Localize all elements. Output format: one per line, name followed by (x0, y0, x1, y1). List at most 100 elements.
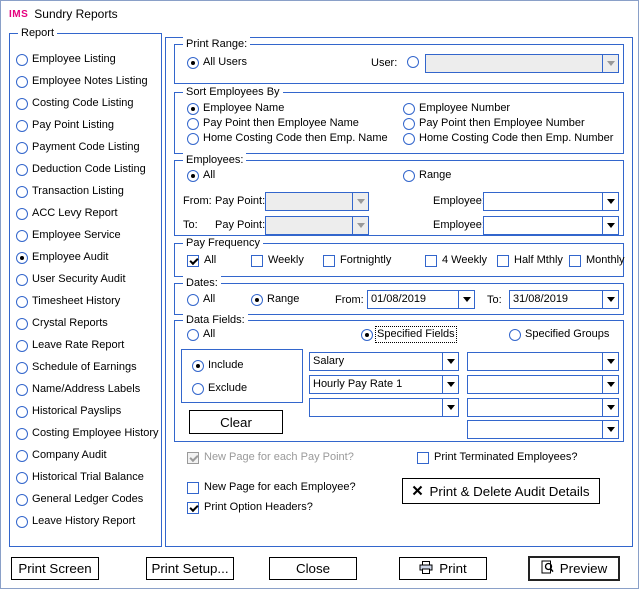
report-option-company-audit[interactable]: Company Audit (16, 449, 107, 462)
clear-button[interactable]: Clear (189, 410, 283, 434)
sort-costing-number-radio[interactable]: Home Costing Code then Emp. Number (403, 132, 613, 145)
dropdown-button[interactable] (442, 353, 458, 370)
fields-all-label: All (203, 328, 215, 341)
report-option-acc-levy-report[interactable]: ACC Levy Report (16, 207, 118, 220)
new-page-pay-point-checkbox[interactable]: New Page for each Pay Point? (187, 451, 354, 464)
dropdown-button[interactable] (602, 353, 618, 370)
field-combo-2[interactable]: Hourly Pay Rate 1 (309, 375, 459, 394)
report-option-payment-code-listing[interactable]: Payment Code Listing (16, 141, 140, 154)
report-option-timesheet-history[interactable]: Timesheet History (16, 295, 120, 308)
dropdown-button[interactable] (602, 421, 618, 438)
report-option-leave-history-report[interactable]: Leave History Report (16, 515, 135, 528)
dropdown-button[interactable] (602, 217, 618, 234)
exclude-radio[interactable]: Exclude (192, 382, 247, 395)
sort-paypoint-name-radio[interactable]: Pay Point then Employee Name (187, 117, 359, 130)
new-page-employee-checkbox[interactable]: New Page for each Employee? (187, 481, 356, 494)
checkbox-icon (425, 255, 437, 267)
dropdown-button[interactable] (352, 193, 368, 210)
report-option-historical-payslips[interactable]: Historical Payslips (16, 405, 121, 418)
report-option-crystal-reports[interactable]: Crystal Reports (16, 317, 108, 330)
all-users-radio[interactable]: All Users (187, 56, 247, 69)
field-combo-4[interactable] (467, 352, 619, 371)
freq-monthly-checkbox[interactable]: Monthly (569, 254, 625, 267)
user-combo[interactable] (425, 54, 619, 73)
chevron-down-icon (607, 223, 615, 228)
print-screen-button[interactable]: Print Screen (11, 557, 99, 580)
dates-all-radio[interactable]: All (187, 293, 215, 306)
print-delete-audit-button[interactable]: Print & Delete Audit Details (402, 478, 600, 504)
field-combo-5[interactable] (467, 375, 619, 394)
print-terminated-checkbox[interactable]: Print Terminated Employees? (417, 451, 577, 464)
from-pay-point-combo[interactable] (265, 192, 369, 211)
report-option-employee-service[interactable]: Employee Service (16, 229, 121, 242)
date-from-combo[interactable]: 01/08/2019 (367, 290, 475, 309)
dropdown-button[interactable] (602, 55, 618, 72)
freq-option-label: Weekly (268, 254, 304, 267)
dropdown-button[interactable] (458, 291, 474, 308)
radio-icon (192, 360, 204, 372)
print-setup-button[interactable]: Print Setup... (146, 557, 234, 580)
field-combo-3[interactable] (309, 398, 459, 417)
field-combo-6[interactable] (467, 398, 619, 417)
field-combo-1[interactable]: Salary (309, 352, 459, 371)
print-option-headers-checkbox[interactable]: Print Option Headers? (187, 501, 313, 514)
dropdown-button[interactable] (602, 376, 618, 393)
to-pay-point-combo[interactable] (265, 216, 369, 235)
dropdown-button[interactable] (352, 217, 368, 234)
sort-employee-name-radio[interactable]: Employee Name (187, 102, 284, 115)
field-combo-7[interactable] (467, 420, 619, 439)
print-button-label: Print (439, 561, 466, 576)
chevron-down-icon (357, 199, 365, 204)
report-option-user-security-audit[interactable]: User Security Audit (16, 273, 126, 286)
report-option-general-ledger-codes[interactable]: General Ledger Codes (16, 493, 143, 506)
report-option-costing-employee-history[interactable]: Costing Employee History (16, 427, 159, 440)
dropdown-button[interactable] (442, 376, 458, 393)
from-employee-combo[interactable] (483, 192, 619, 211)
radio-icon (187, 329, 199, 341)
dropdown-button[interactable] (602, 399, 618, 416)
specified-groups-label: Specified Groups (525, 328, 609, 341)
freq-4weekly-checkbox[interactable]: 4 Weekly (425, 254, 487, 267)
report-option-schedule-of-earnings[interactable]: Schedule of Earnings (16, 361, 137, 374)
sort-costing-name-radio[interactable]: Home Costing Code then Emp. Name (187, 132, 388, 145)
report-option-employee-audit[interactable]: Employee Audit (16, 251, 108, 264)
sort-paypoint-number-radio[interactable]: Pay Point then Employee Number (403, 117, 585, 130)
print-screen-label: Print Screen (18, 561, 91, 576)
fields-all-radio[interactable]: All (187, 328, 215, 341)
report-option-label: Pay Point Listing (32, 119, 114, 132)
report-option-name-address-labels[interactable]: Name/Address Labels (16, 383, 140, 396)
report-option-label: Deduction Code Listing (32, 163, 146, 176)
dropdown-button[interactable] (602, 291, 618, 308)
to-employee-combo[interactable] (483, 216, 619, 235)
data-fields-label: Data Fields: (183, 313, 248, 327)
freq-weekly-checkbox[interactable]: Weekly (251, 254, 304, 267)
close-button[interactable]: Close (269, 557, 357, 580)
to-employee-value (484, 217, 602, 234)
report-option-pay-point-listing[interactable]: Pay Point Listing (16, 119, 114, 132)
report-option-deduction-code-listing[interactable]: Deduction Code Listing (16, 163, 146, 176)
dates-range-radio[interactable]: Range (251, 293, 299, 306)
dropdown-button[interactable] (442, 399, 458, 416)
user-radio[interactable] (407, 56, 419, 68)
preview-button[interactable]: Preview (528, 556, 620, 581)
date-to-combo[interactable]: 31/08/2019 (509, 290, 619, 309)
employees-all-radio[interactable]: All (187, 169, 215, 182)
checkbox-icon (323, 255, 335, 267)
report-option-leave-rate-report[interactable]: Leave Rate Report (16, 339, 124, 352)
specified-fields-radio[interactable]: Specified Fields (361, 328, 455, 341)
freq-all-checkbox[interactable]: All (187, 254, 216, 267)
report-option-historical-trial-balance[interactable]: Historical Trial Balance (16, 471, 144, 484)
report-option-employee-listing[interactable]: Employee Listing (16, 53, 116, 66)
freq-halfmthly-checkbox[interactable]: Half Mthly (497, 254, 563, 267)
print-button[interactable]: Print (399, 557, 487, 580)
report-option-employee-notes-listing[interactable]: Employee Notes Listing (16, 75, 148, 88)
report-option-transaction-listing[interactable]: Transaction Listing (16, 185, 124, 198)
report-option-label: Employee Service (32, 229, 121, 242)
freq-fortnightly-checkbox[interactable]: Fortnightly (323, 254, 391, 267)
employees-range-radio[interactable]: Range (403, 169, 451, 182)
specified-groups-radio[interactable]: Specified Groups (509, 328, 609, 341)
include-radio[interactable]: Include (192, 359, 243, 372)
report-option-costing-code-listing[interactable]: Costing Code Listing (16, 97, 134, 110)
sort-employee-number-radio[interactable]: Employee Number (403, 102, 510, 115)
dropdown-button[interactable] (602, 193, 618, 210)
